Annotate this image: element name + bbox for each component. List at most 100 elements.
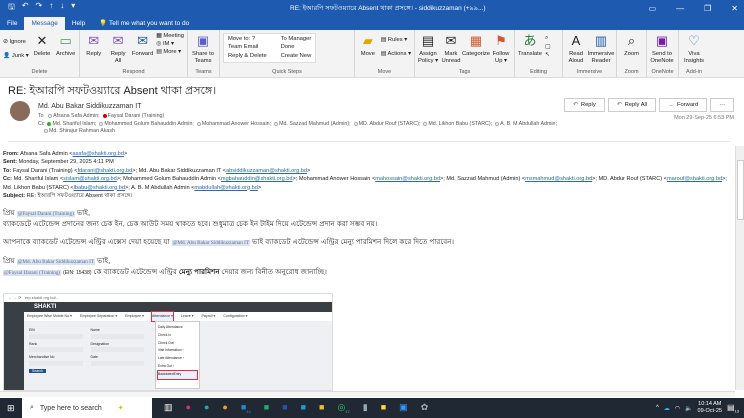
reply-button[interactable]: ↶ Reply [564,98,605,112]
im-button[interactable]: ◎ IM ▾ [156,41,184,47]
archive-button[interactable]: ▭ Archive [55,33,76,58]
email-link[interactable]: mahossain@shakti.org.bd [375,176,440,182]
forward-button[interactable]: ✉ Forward [132,33,153,58]
recipient[interactable]: Md. Likhon Babu (STARC); [428,121,492,127]
find-icon[interactable]: ⌕ [545,35,550,42]
save-icon[interactable]: 🖫 [8,1,15,15]
forward-button[interactable]: → Forward [659,98,708,112]
tab-file[interactable]: File [0,17,24,30]
minimize-icon[interactable]: — [676,4,684,13]
mark-unread-button[interactable]: ✉ Mark Unread [441,33,461,65]
recipient[interactable]: Md. Sazzad Mahmud (Admin); [279,121,351,127]
cursor-icon[interactable]: ↖ [545,52,550,58]
windows-start-icon[interactable]: ⊞ [7,403,15,414]
mention[interactable]: @Md. Abu Bakar Siddikuzzaman IT [16,259,96,265]
delete-button[interactable]: ✕ Delete [32,33,53,58]
vertical-scrollbar[interactable] [735,146,744,390]
task-view-icon[interactable]: ▥ [164,402,173,414]
recipient[interactable]: Mohammad Anower Hossain; [202,121,271,127]
categorize-button[interactable]: ▦ Categorize [462,33,490,58]
quick-step-create-new[interactable]: Create New [281,53,312,60]
recipient[interactable]: A. B. M Abdullah Admin; [500,121,557,127]
photoshop-icon[interactable]: ▣ [399,402,408,414]
move-button[interactable]: ▰ Move [358,33,378,58]
more-actions-button[interactable]: ··· [710,98,734,112]
read-aloud-button[interactable]: A Read Aloud [566,33,586,65]
notifications-icon[interactable]: ▤13 [727,403,739,414]
select-icon[interactable]: ▢ [545,44,550,50]
email-link[interactable]: msmahmud@shakti.org.bd [525,176,592,182]
email-link[interactable]: fdarani@shakti.org.bd [77,168,132,174]
quick-step-to-manager[interactable]: To Manager [281,36,312,43]
scrollbar-thumb[interactable] [737,160,744,220]
mention[interactable]: @Md. Abu Bakar Siddikuzzaman IT [171,240,251,246]
volume-icon[interactable]: 🔈 [685,405,692,412]
meeting-button[interactable]: ▦ Meeting [156,33,184,39]
reply-all-button[interactable]: ↶ Reply All [607,98,657,112]
wifi-icon[interactable]: ◠ [675,405,680,412]
app-icon[interactable]: ■ [301,402,306,414]
customize-icon[interactable]: ▾ [71,1,75,15]
quick-step-done[interactable]: Done [281,44,312,51]
recipient[interactable]: Md. Shariful Islam; [52,121,96,127]
translate-button[interactable]: あ Translate [518,33,542,58]
follow-up-button[interactable]: ⚑ Follow Up ▾ [491,33,511,65]
horizontal-scrollbar[interactable] [0,391,735,397]
tab-help[interactable]: Help [65,17,92,30]
network-app-icon[interactable]: ✿ [421,402,429,414]
email-link[interactable]: sislam@shakti.org.bd [63,176,117,182]
email-link[interactable]: mabdullah@shakti.org.bd [194,185,258,191]
clock[interactable]: 10:14 AM 09-Oct-25 [698,401,722,415]
chevron-up-icon[interactable]: ^ [656,405,659,411]
close-icon[interactable]: ✕ [731,4,738,13]
ribbon-display-icon[interactable]: ▭ [649,4,657,13]
redo-icon[interactable]: ↷ [36,1,43,15]
tell-me-search[interactable]: 💡 Tell me what you want to do [92,16,196,30]
quick-step-team-email[interactable]: Team Email [228,44,267,51]
calculator-icon[interactable]: ▮ [363,402,368,414]
immersive-reader-button[interactable]: ▥ Immersive Reader [588,33,615,65]
sticky-notes-icon[interactable]: ■ [381,402,386,414]
recipient[interactable]: MD. Abdur Rouf (STARC); [359,121,421,127]
email-link[interactable]: lbabu@shakti.org.bd [74,185,125,191]
restore-icon[interactable]: ❐ [704,4,711,13]
recipient[interactable]: Faysal Darani (Training) [108,113,165,119]
tab-message[interactable]: Message [24,17,65,30]
rules-button[interactable]: ▤ Rules ▾ [381,37,411,43]
outlook-icon[interactable]: ■44 [241,402,251,414]
email-link[interactable]: mgbahauddin@shakti.org.bd [221,176,293,182]
excel-icon[interactable]: ■ [264,402,269,414]
recipient[interactable]: Md. Shirajur Rahman Akash [49,128,115,134]
more-respond-button[interactable]: ▤ More ▾ [156,49,184,55]
mention[interactable]: @Faysal Darani (Training) [3,270,62,276]
sender-name[interactable]: Md. Abu Bakar Siddikuzzaman IT [38,103,142,110]
quick-step-reply-delete[interactable]: Reply & Delete [228,53,267,60]
chrome-icon[interactable]: ● [222,402,227,414]
viva-insights-button[interactable]: ♡ Viva Insights [682,33,706,65]
ignore-button[interactable]: ⊘ Ignore [3,39,29,45]
email-link[interactable]: marouf@shakti.org.bd [667,176,722,182]
recipient[interactable]: Mohammed Golum Bahauddin Admin; [104,121,194,127]
down-icon[interactable]: ↓ [60,1,64,15]
onedrive-icon[interactable]: ☁ [664,405,670,412]
file-explorer-icon[interactable]: ■ [319,402,324,414]
word-icon[interactable]: ■ [282,402,287,414]
send-to-onenote-button[interactable]: ▣ Send to OneNote [650,33,674,65]
quick-step-move[interactable]: Move to: ? [228,36,267,43]
zoom-button[interactable]: ⌕ Zoom [620,33,643,58]
email-link[interactable]: asafa@shakti.org.bd [73,151,124,157]
mention[interactable]: @Faysal Darani (Training) [16,211,75,217]
recipient[interactable]: Afsana Safa Admin; [53,113,100,119]
undo-icon[interactable]: ↶ [22,1,29,15]
reply-all-button[interactable]: ✉ Reply All [107,33,128,65]
email-link[interactable]: absiddikuzzaman@shakti.org.bd [226,168,307,174]
up-icon[interactable]: ↑ [49,1,53,15]
actions-button[interactable]: ▤ Actions ▾ [381,51,411,57]
reply-button[interactable]: ✉ Reply [83,33,104,58]
copilot-icon[interactable]: ● [186,402,191,414]
whatsapp-icon[interactable]: ◎17 [337,402,349,414]
assign-policy-button[interactable]: ▤ Assign Policy ▾ [418,33,438,65]
edge-icon[interactable]: ● [204,402,209,414]
junk-button[interactable]: 👤 Junk ▾ [3,53,29,59]
taskbar-search[interactable]: ⌕ Type here to search ✦ [22,398,152,418]
